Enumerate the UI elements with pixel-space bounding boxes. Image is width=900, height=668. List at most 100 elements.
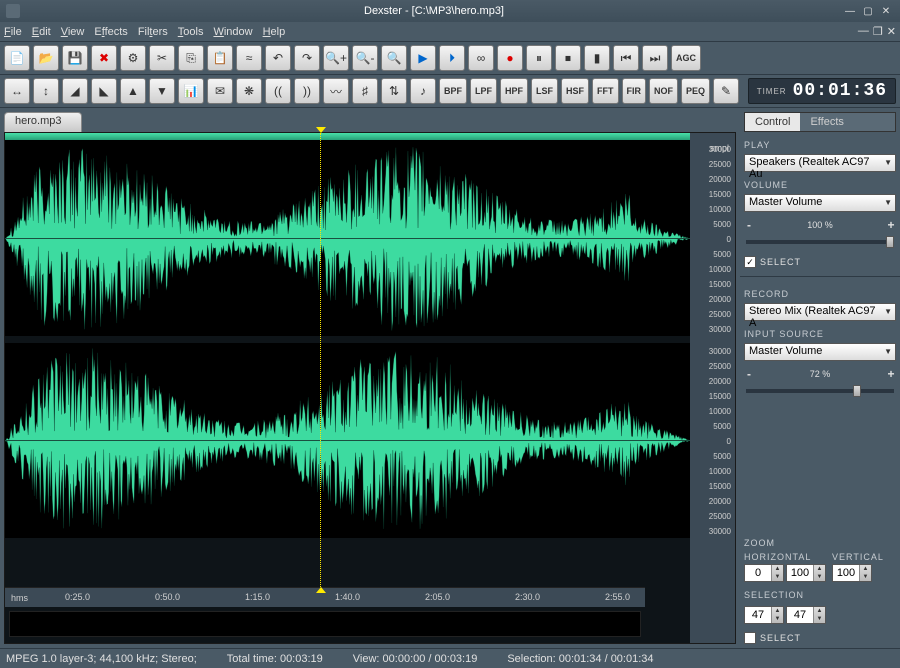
menu-help[interactable]: Help	[263, 26, 286, 38]
mdi-minimize-button[interactable]: —	[858, 25, 869, 38]
menu-window[interactable]: Window	[213, 26, 252, 38]
loop-icon: ∞	[477, 51, 486, 65]
mix-button[interactable]: ≈	[236, 45, 262, 71]
minimize-button[interactable]: —	[842, 4, 858, 18]
tab-effects[interactable]: Effects	[800, 113, 853, 131]
volume-decrease-button[interactable]: -	[744, 218, 754, 232]
tab-control[interactable]: Control	[745, 113, 800, 131]
zoom-v-spinner[interactable]: ▲▼	[832, 564, 872, 582]
zoom-in-button[interactable]: 🔍+	[323, 45, 349, 71]
amp-tick: 25000	[709, 512, 731, 521]
play-button[interactable]: ▶	[410, 45, 436, 71]
time-tick: 2:30.0	[515, 592, 540, 602]
hpf-button[interactable]: HPF	[500, 78, 528, 104]
equalizer-button[interactable]: 📊	[178, 78, 204, 104]
delete-icon: ✖	[99, 51, 109, 65]
volume-device-dropdown[interactable]: Master Volume	[744, 194, 896, 212]
fft-button[interactable]: FFT	[592, 78, 619, 104]
zoom-fit-button[interactable]: 🔍	[381, 45, 407, 71]
peq-button[interactable]: PEQ	[681, 78, 710, 104]
paste-button[interactable]: 📋	[207, 45, 233, 71]
envelope-button[interactable]: ✉	[207, 78, 233, 104]
record-decrease-button[interactable]: -	[744, 367, 754, 381]
zoom-out-button[interactable]: 🔍-	[352, 45, 378, 71]
status-selection: Selection: 00:01:34 / 00:01:34	[507, 653, 653, 665]
volume-slider[interactable]	[746, 240, 894, 244]
menu-effects[interactable]: Effects	[94, 26, 127, 38]
waveform-channel-left[interactable]	[5, 141, 690, 336]
compress-button[interactable]: ↕	[33, 78, 59, 104]
playback-cursor[interactable]	[320, 133, 321, 587]
selection-to-spinner[interactable]: ▲▼	[786, 606, 826, 624]
vertical-label: VERTICAL	[832, 552, 896, 562]
chorus-button[interactable]: ))	[294, 78, 320, 104]
amplify-button[interactable]: ▲	[120, 78, 146, 104]
volume-increase-button[interactable]: +	[886, 218, 896, 232]
toolbar-effects: ↔ ↕◢ ◣ ▲▼📊✉❋(())〰♯⇅♪BPFLPFHPFLSFHSFFFTFIRNO…	[0, 75, 900, 108]
loop-button[interactable]: ∞	[468, 45, 494, 71]
zoom-h-from-spinner[interactable]: ▲▼	[744, 564, 784, 582]
stop-button[interactable]: ⏹	[555, 45, 581, 71]
waveform-channel-right[interactable]	[5, 343, 690, 538]
agc-button[interactable]: AGC	[671, 45, 701, 71]
flanger-button[interactable]: 〰	[323, 78, 349, 104]
menu-edit[interactable]: Edit	[32, 26, 51, 38]
close-button[interactable]: ✕	[878, 4, 894, 18]
mdi-restore-button[interactable]: ❐	[873, 25, 883, 38]
zoom-h-to-spinner[interactable]: ▲▼	[786, 564, 826, 582]
tab-file-hero[interactable]: hero.mp3	[4, 112, 82, 132]
note-button[interactable]: ♪	[410, 78, 436, 104]
input-source-dropdown[interactable]: Master Volume	[744, 343, 896, 361]
new-button[interactable]: 📄	[4, 45, 30, 71]
maximize-button[interactable]: ▢	[860, 4, 876, 18]
reverb-button[interactable]: ❋	[236, 78, 262, 104]
fade-out-button[interactable]: ◣	[91, 78, 117, 104]
next-marker-button[interactable]: ⏭	[642, 45, 668, 71]
amp-tick: 20000	[709, 295, 731, 304]
play-loop-button[interactable]: ⏵	[439, 45, 465, 71]
overview-bar[interactable]	[9, 611, 641, 637]
open-button[interactable]: 📂	[33, 45, 59, 71]
fade-in-button[interactable]: ◢	[62, 78, 88, 104]
redo-button[interactable]: ↷	[294, 45, 320, 71]
lsf-button[interactable]: LSF	[531, 78, 558, 104]
marker-button[interactable]: ▮	[584, 45, 610, 71]
selection-from-spinner[interactable]: ▲▼	[744, 606, 784, 624]
copy-button[interactable]: ⎘	[178, 45, 204, 71]
fade-out-icon: ◣	[99, 84, 108, 98]
stretch-icon: ↔	[11, 84, 23, 98]
settings-button[interactable]: ⚙	[120, 45, 146, 71]
mdi-close-button[interactable]: ✕	[887, 25, 896, 38]
selection-select-checkbox[interactable]: SELECT	[744, 632, 896, 644]
play-select-checkbox[interactable]: ✓SELECT	[744, 256, 896, 268]
pitch-button[interactable]: ♯	[352, 78, 378, 104]
tempo-button[interactable]: ⇅	[381, 78, 407, 104]
play-device-dropdown[interactable]: Speakers (Realtek AC97 Au	[744, 154, 896, 172]
menu-view[interactable]: View	[61, 26, 85, 38]
delete-button[interactable]: ✖	[91, 45, 117, 71]
waveform-area[interactable]: hms 0:25.00:50.01:15.01:40.02:05.02:30.0…	[4, 132, 736, 644]
cut-button[interactable]: ✂	[149, 45, 175, 71]
hsf-button[interactable]: HSF	[561, 78, 589, 104]
pause-button[interactable]: ⏸	[526, 45, 552, 71]
fir-button[interactable]: FIR	[622, 78, 647, 104]
undo-icon: ↶	[273, 51, 283, 65]
menu-tools[interactable]: Tools	[178, 26, 204, 38]
nof-button[interactable]: NOF	[649, 78, 678, 104]
record-increase-button[interactable]: +	[886, 367, 896, 381]
edit-tool-button[interactable]: ✎	[713, 78, 739, 104]
normalize-button[interactable]: ▼	[149, 78, 175, 104]
save-button[interactable]: 💾	[62, 45, 88, 71]
undo-button[interactable]: ↶	[265, 45, 291, 71]
record-device-dropdown[interactable]: Stereo Mix (Realtek AC97 A	[744, 303, 896, 321]
menu-filters[interactable]: Filters	[138, 26, 168, 38]
menu-file[interactable]: File	[4, 26, 22, 38]
lpf-button[interactable]: LPF	[470, 78, 497, 104]
prev-marker-button[interactable]: ⏮	[613, 45, 639, 71]
amp-tick: 10000	[709, 467, 731, 476]
record-slider[interactable]	[746, 389, 894, 393]
stretch-button[interactable]: ↔	[4, 78, 30, 104]
bpf-button[interactable]: BPF	[439, 78, 467, 104]
record-button[interactable]: ●	[497, 45, 523, 71]
echo-button[interactable]: ((	[265, 78, 291, 104]
